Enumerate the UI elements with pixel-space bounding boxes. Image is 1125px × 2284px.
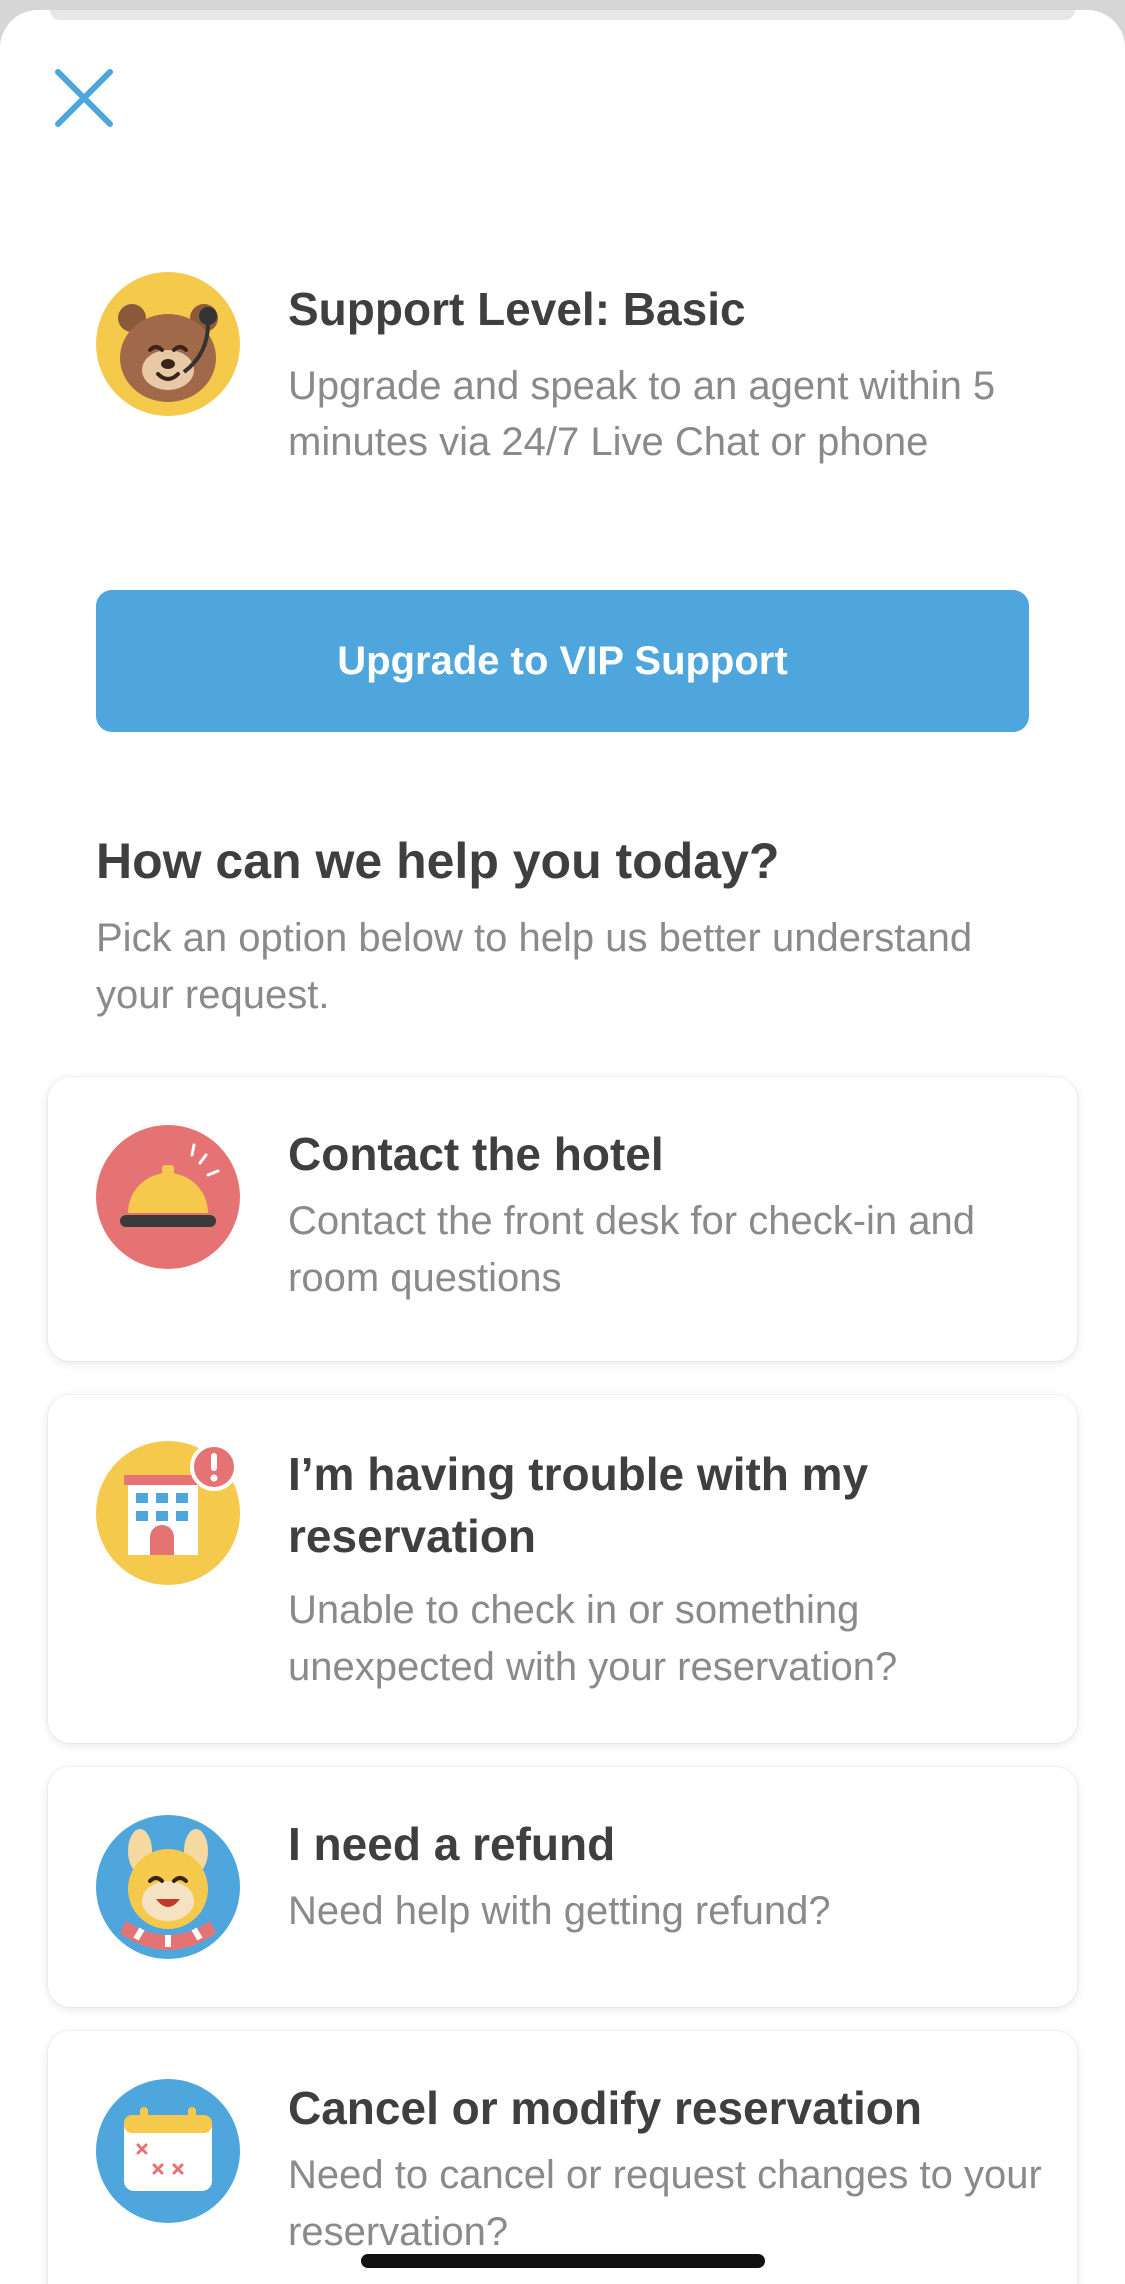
option-description: Unable to check in or something unexpect… xyxy=(288,1588,898,1689)
option-title: Contact the hotel xyxy=(288,1128,664,1180)
bell-icon xyxy=(96,1125,240,1269)
option-cancel-modify[interactable]: Cancel or modify reservation Need to can… xyxy=(48,2031,1077,2284)
help-subtitle: Pick an option below to help us better u… xyxy=(96,916,973,1017)
help-heading: How can we help you today? xyxy=(96,833,780,889)
option-contact-hotel[interactable]: Contact the hotel Contact the front desk… xyxy=(48,1077,1077,1361)
help-sheet: Support Level: Basic Upgrade and speak t… xyxy=(0,10,1125,2284)
close-icon[interactable] xyxy=(52,66,116,130)
hotel-alert-icon xyxy=(96,1441,240,1585)
option-refund[interactable]: I need a refund Need help with getting r… xyxy=(48,1767,1077,2007)
support-level-title: Support Level: Basic xyxy=(288,283,746,335)
upgrade-vip-button[interactable]: Upgrade to VIP Support xyxy=(96,590,1029,732)
support-level-description: Upgrade and speak to an agent within 5 m… xyxy=(288,364,996,464)
refund-mascot-icon xyxy=(96,1815,240,1959)
option-reservation-trouble[interactable]: I’m having trouble with my reservation U… xyxy=(48,1395,1077,1743)
option-description: Need to cancel or request changes to you… xyxy=(288,2153,1042,2254)
calendar-icon xyxy=(96,2079,240,2223)
home-indicator xyxy=(361,2254,765,2268)
option-title: I need a refund xyxy=(288,1818,616,1870)
sheet-top-strip xyxy=(50,10,1075,20)
bear-support-avatar-icon xyxy=(96,272,240,416)
option-title: I’m having trouble with my reservation xyxy=(288,1448,869,1562)
option-description: Need help with getting refund? xyxy=(288,1889,831,1933)
option-title: Cancel or modify reservation xyxy=(288,2082,922,2134)
option-description: Contact the front desk for check-in and … xyxy=(288,1199,976,1300)
